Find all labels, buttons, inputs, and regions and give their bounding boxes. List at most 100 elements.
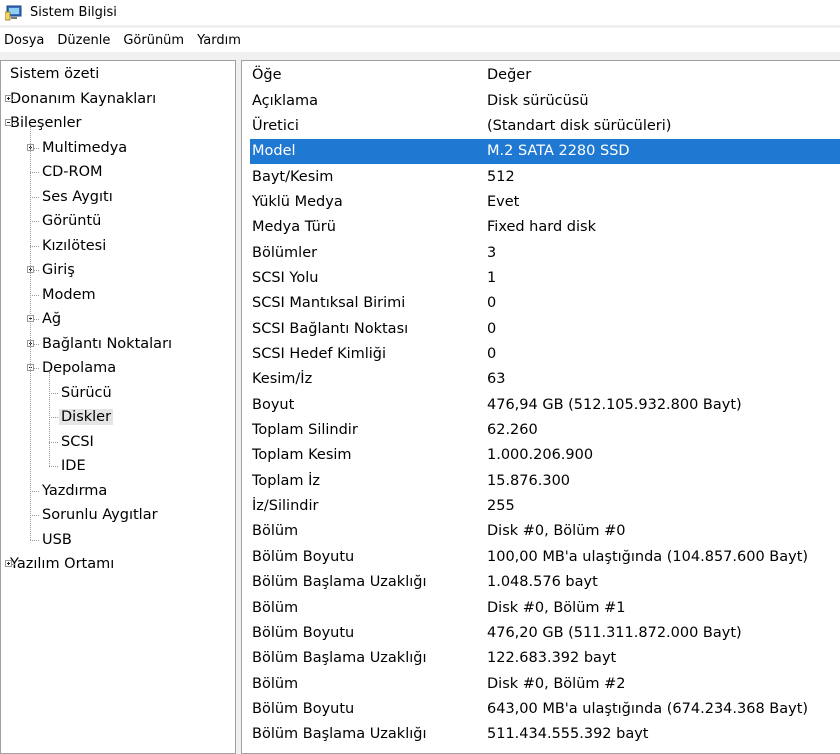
detail-row[interactable]: SCSI Hedef Kimliği 0 (250, 342, 840, 367)
detail-row[interactable]: SCSI Yolu 1 (250, 266, 840, 291)
tree-item[interactable]: Sistem özeti (8, 62, 101, 86)
detail-item: Bölüm Başlama Uzaklığı (252, 574, 427, 591)
menu-help[interactable]: Yardım (197, 33, 241, 48)
tree-item-label: Ses Aygıtı (42, 188, 113, 205)
tree-item[interactable]: Diskler (59, 405, 114, 429)
detail-value: Disk #0, Bölüm #1 (487, 599, 626, 616)
tree-item[interactable]: IDE (59, 454, 88, 478)
tree-item[interactable]: Bileşenler (8, 111, 84, 135)
detail-row[interactable]: Toplam Silindir 62.260 (250, 418, 840, 443)
detail-row[interactable]: Bölüm Başlama Uzaklığı 122.683.392 bayt (250, 646, 840, 671)
detail-value: 476,94 GB (512.105.932.800 Bayt) (487, 396, 742, 413)
menu-view[interactable]: Görünüm (123, 33, 184, 48)
tree-item[interactable]: SCSI (59, 430, 96, 454)
tree-item[interactable]: Ses Aygıtı (40, 185, 115, 209)
detail-item: SCSI Hedef Kimliği (252, 346, 387, 362)
detail-row[interactable]: Bölüm Boyutu 100,00 MB'a ulaştığında (104… (250, 545, 840, 570)
detail-value: 63 (487, 371, 506, 388)
detail-row[interactable]: İz/Silindir 255 (250, 494, 840, 519)
detail-value: Disk #0, Bölüm #0 (487, 523, 626, 540)
detail-value: 3 (487, 244, 497, 261)
detail-row[interactable]: SCSI Mantıksal Birimi 0 (250, 291, 840, 316)
detail-row[interactable]: Bölüm Disk #0, Bölüm #2 (250, 672, 840, 697)
expand-icon[interactable] (5, 560, 12, 567)
detail-row[interactable]: Toplam İz 15.876.300 (250, 469, 840, 494)
expand-icon[interactable] (5, 94, 12, 102)
detail-value: M.2 SATA 2280 SSD (487, 143, 630, 160)
tree-connector (30, 515, 39, 516)
detail-value: 62.260 (487, 422, 538, 439)
tree-item[interactable]: Sürücü (59, 381, 114, 405)
detail-row[interactable]: Açıklama Disk sürücüsü (250, 89, 840, 114)
tree-item-label: Ağ (42, 311, 62, 327)
details-header: Öğe Değer (250, 63, 840, 88)
tree-item[interactable]: USB (40, 528, 74, 552)
tree-item[interactable]: Bağlantı Noktaları (40, 332, 174, 356)
tree-item-label: Sorunlu Aygıtlar (42, 507, 158, 523)
detail-row[interactable]: Model M.2 SATA 2280 SSD (250, 139, 840, 165)
detail-row[interactable]: Bölüm Boyutu 476,20 GB (511.311.872.000 B… (250, 621, 840, 646)
tree-item-label: Yazılım Ortamı (10, 556, 115, 572)
detail-item: SCSI Mantıksal Birimi (252, 295, 406, 312)
detail-value: 512 (487, 168, 515, 185)
detail-row[interactable]: Boyut 476,94 GB (512.105.932.800 Bayt) (250, 393, 840, 418)
detail-row[interactable]: Bölüm Başlama Uzaklığı 1.048.576 bayt (250, 570, 840, 595)
detail-value: 0 (487, 346, 497, 362)
tree-item[interactable]: Yazılım Ortamı (8, 552, 116, 576)
detail-item: Açıklama (252, 92, 318, 109)
tree-connector (34, 270, 39, 271)
tree-item[interactable]: Giriş (40, 258, 77, 282)
tree-connector (49, 417, 58, 418)
tree-item[interactable]: CD-ROM (40, 160, 105, 184)
tree-connector (30, 172, 39, 173)
detail-row[interactable]: Yüklü Medya Evet (250, 190, 840, 215)
detail-value: 1.048.576 bayt (487, 574, 598, 591)
tree-item[interactable]: Multimedya (40, 136, 129, 160)
detail-row[interactable]: Bölüm Boyutu 643,00 MB'a ulaştığında (674… (250, 697, 840, 722)
detail-value: 643,00 MB'a ulaştığında (674.234.368 Bay… (487, 700, 809, 717)
tree-item-label: Depolama (42, 360, 117, 376)
detail-item: SCSI Yolu (252, 269, 319, 286)
detail-value: 100,00 MB'a ulaştığında (104.857.600 Bay… (487, 548, 809, 565)
system-info-icon (5, 5, 22, 20)
tree-item[interactable]: Kızılötesi (40, 234, 108, 258)
details-list[interactable]: Öğe Değer Açıklama Disk sürücüsü Üretici (S… (241, 60, 840, 754)
detail-row[interactable]: Kesim/İz 63 (250, 367, 840, 392)
collapse-icon[interactable] (5, 119, 12, 126)
detail-row[interactable]: Toplam Kesim 1.000.206.900 (250, 443, 840, 468)
tree-item[interactable]: Depolama (40, 356, 118, 380)
tree-item[interactable]: Görüntü (40, 209, 103, 233)
tree-connector (30, 490, 39, 492)
tree-connector (12, 98, 15, 100)
detail-row[interactable]: Bayt/Kesim 512 (250, 165, 840, 190)
detail-row[interactable]: Üretici (Standart disk sürücüleri) (250, 114, 840, 139)
detail-value: 122.683.392 bayt (487, 650, 617, 667)
detail-item: Bölüm Boyutu (252, 700, 355, 717)
tree-item[interactable]: Sorunlu Aygıtlar (40, 503, 160, 527)
detail-row[interactable]: Bölüm Başlama Uzaklığı 511.434.555.392 ba… (250, 722, 840, 747)
detail-item: Bölüm Başlama Uzaklığı (252, 726, 427, 743)
tree-item-label: Modem (42, 286, 96, 303)
tree-item[interactable]: Yazdırma (40, 479, 109, 503)
menu-file[interactable]: Dosya (4, 33, 44, 48)
detail-value: 0 (487, 295, 497, 312)
detail-row[interactable]: Bölüm Disk #0, Bölüm #1 (250, 596, 840, 621)
column-header-item[interactable]: Öğe (252, 63, 282, 88)
detail-row[interactable]: Bölümler 3 (250, 241, 840, 266)
tree-connector (30, 196, 39, 198)
category-tree[interactable]: Sistem özeti Donanım Kaynakları Bileşenler… (0, 60, 236, 754)
column-header-value[interactable]: Değer (487, 63, 531, 88)
detail-row[interactable]: SCSI Bağlantı Noktası 0 (250, 317, 840, 342)
tree-item[interactable]: Modem (40, 283, 98, 307)
detail-row[interactable]: Bölüm Disk #0, Bölüm #0 (250, 519, 840, 544)
tree-connector (30, 294, 39, 296)
tree-item[interactable]: Donanım Kaynakları (8, 87, 158, 111)
detail-row[interactable]: Medya Türü Fixed hard disk (250, 215, 840, 240)
window-title: Sistem Bilgisi (30, 5, 117, 20)
menu-edit[interactable]: Düzenle (57, 33, 110, 48)
tree-connector (34, 319, 39, 320)
tree-item[interactable]: Ağ (40, 307, 63, 331)
detail-item: SCSI Bağlantı Noktası (252, 320, 409, 337)
tree-item-label: Sürücü (61, 384, 112, 401)
tree-item-label: USB (42, 531, 72, 548)
